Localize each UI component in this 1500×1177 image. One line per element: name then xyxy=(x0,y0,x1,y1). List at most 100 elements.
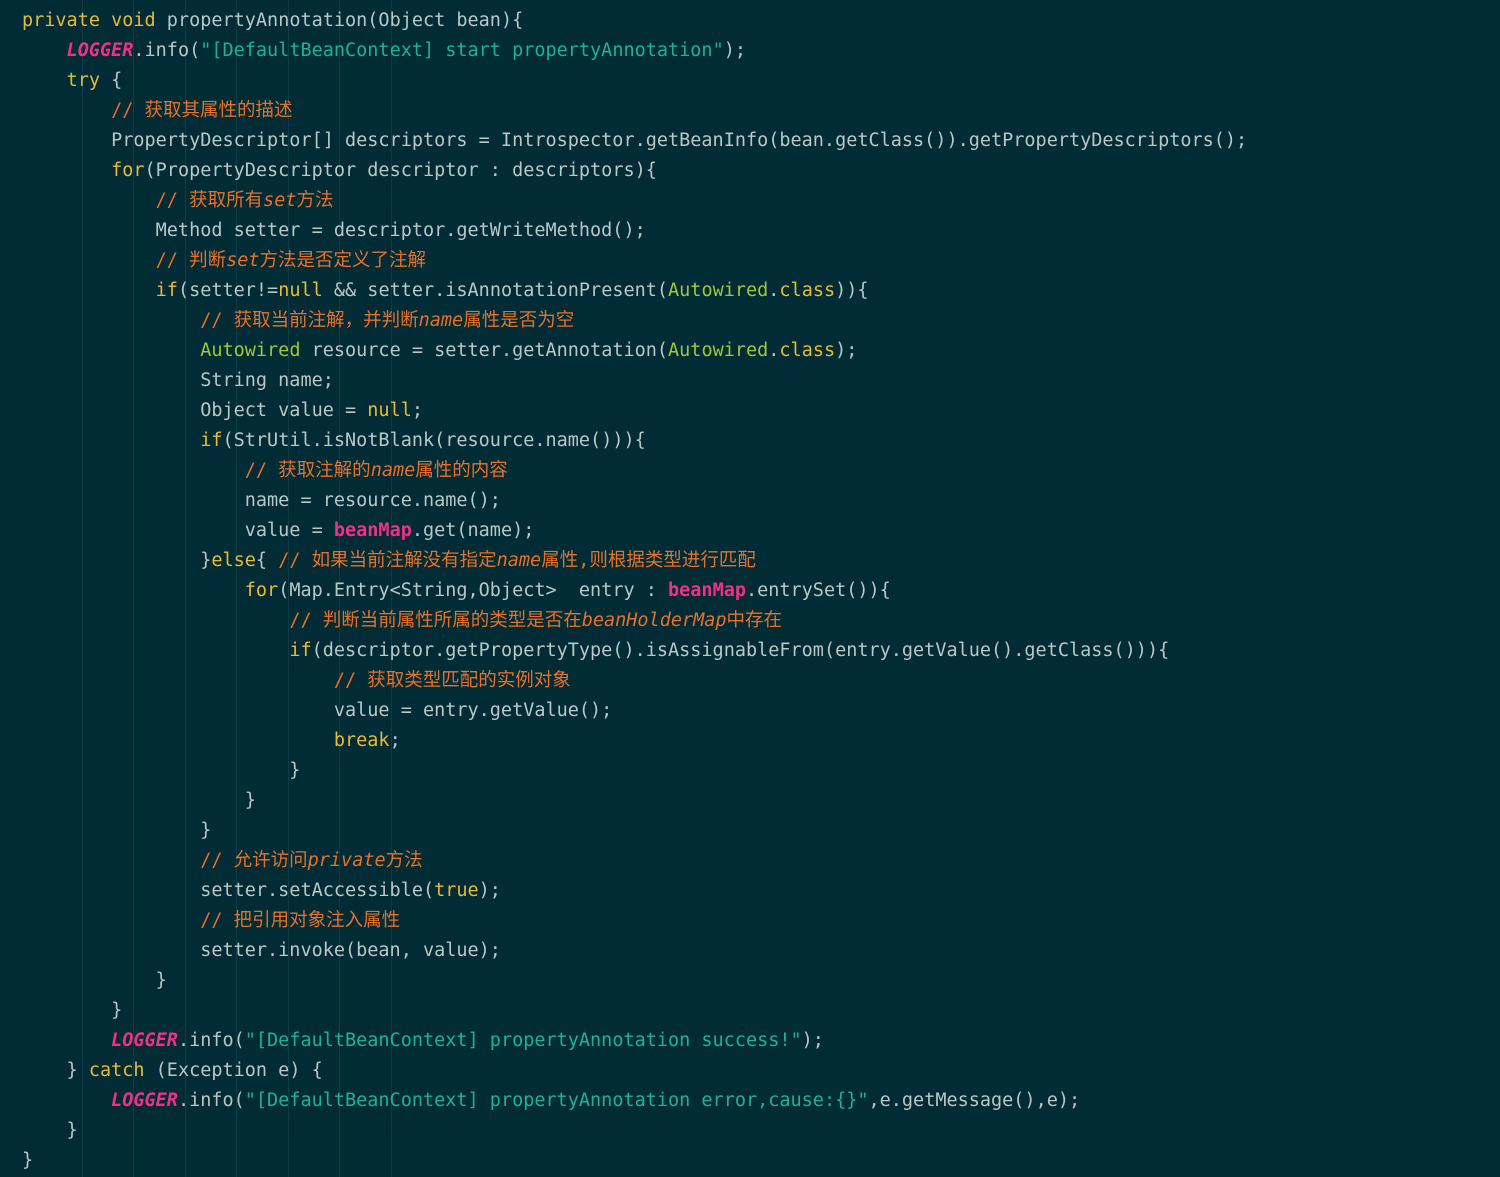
code-line[interactable]: value = entry.getValue(); xyxy=(0,696,1500,726)
token-pl: value = entry.getValue(); xyxy=(22,700,613,721)
token-kw: class xyxy=(779,340,836,361)
token-cm: // 获取其属性的描述 xyxy=(111,100,293,121)
token-kw: for xyxy=(111,160,145,181)
code-line[interactable]: // 判断当前属性所属的类型是否在beanHolderMap中存在 xyxy=(0,606,1500,636)
code-line[interactable]: name = resource.name(); xyxy=(0,486,1500,516)
code-line[interactable]: } xyxy=(0,786,1500,816)
token-pl: .entrySet()){ xyxy=(745,580,891,601)
token-cm: 方法 xyxy=(385,850,423,871)
code-line[interactable]: try { xyxy=(0,66,1500,96)
code-line[interactable]: } xyxy=(0,816,1500,846)
token-pl: } xyxy=(22,1060,89,1081)
code-line[interactable]: // 获取其属性的描述 xyxy=(0,96,1500,126)
code-line[interactable]: String name; xyxy=(0,366,1500,396)
token-pl: String name; xyxy=(22,370,334,391)
code-line[interactable]: LOGGER.info("[DefaultBeanContext] proper… xyxy=(0,1026,1500,1056)
token-kw: break xyxy=(333,730,390,751)
token-pl: } xyxy=(22,1150,34,1171)
code-line[interactable]: } catch (Exception e) { xyxy=(0,1056,1500,1086)
code-line[interactable]: if(descriptor.getPropertyType().isAssign… xyxy=(0,636,1500,666)
code-line[interactable]: }else{ // 如果当前注解没有指定name属性,则根据类型进行匹配 xyxy=(0,546,1500,576)
token-fld: LOGGER xyxy=(111,1090,178,1111)
token-kw: null xyxy=(367,400,412,421)
source-code[interactable]: private void propertyAnnotation(Object b… xyxy=(0,6,1500,1176)
code-line[interactable]: } xyxy=(0,996,1500,1026)
code-line[interactable]: PropertyDescriptor[] descriptors = Intro… xyxy=(0,126,1500,156)
token-pl: .info( xyxy=(177,1030,245,1051)
token-pl: ); xyxy=(723,40,746,61)
code-line[interactable]: // 获取类型匹配的实例对象 xyxy=(0,666,1500,696)
code-line[interactable]: LOGGER.info("[DefaultBeanContext] proper… xyxy=(0,1086,1500,1116)
token-typ: Autowired xyxy=(668,280,769,301)
token-pl: (Map.Entry<String,Object> entry : xyxy=(278,580,669,601)
token-pl: { xyxy=(255,550,279,571)
token-pl: && setter.isAnnotationPresent( xyxy=(322,280,669,301)
token-kw: null xyxy=(278,280,323,301)
token-cm: // 如果当前注解没有指定 xyxy=(278,550,497,571)
code-line[interactable]: for(Map.Entry<String,Object> entry : bea… xyxy=(0,576,1500,606)
code-line[interactable]: } xyxy=(0,966,1500,996)
token-typ: Autowired xyxy=(668,340,769,361)
code-line[interactable]: if(StrUtil.isNotBlank(resource.name())){ xyxy=(0,426,1500,456)
token-pl: ); xyxy=(835,340,858,361)
code-line[interactable]: if(setter!=null && setter.isAnnotationPr… xyxy=(0,276,1500,306)
code-line[interactable]: // 判断set方法是否定义了注解 xyxy=(0,246,1500,276)
token-pl: } xyxy=(22,1000,123,1021)
token-kw: for xyxy=(244,580,279,601)
token-pl: ,e.getMessage(),e); xyxy=(868,1090,1081,1111)
token-kw: if xyxy=(200,430,223,451)
code-line[interactable]: break; xyxy=(0,726,1500,756)
code-line[interactable]: // 允许访问private方法 xyxy=(0,846,1500,876)
token-kw: void xyxy=(111,10,156,31)
code-editor[interactable]: private void propertyAnnotation(Object b… xyxy=(0,0,1500,1177)
code-line[interactable]: // 获取当前注解，并判断name属性是否为空 xyxy=(0,306,1500,336)
token-cm: 方法是否定义了注解 xyxy=(259,250,427,271)
code-line[interactable]: setter.setAccessible(true); xyxy=(0,876,1500,906)
token-pl: { xyxy=(99,70,123,91)
token-kw: class xyxy=(779,280,836,301)
token-pl: ; xyxy=(389,730,401,751)
token-pl: PropertyDescriptor[] descriptors = Intro… xyxy=(22,130,1248,151)
token-kw: true xyxy=(434,880,479,901)
code-line[interactable]: setter.invoke(bean, value); xyxy=(0,936,1500,966)
code-line[interactable]: // 获取注解的name属性的内容 xyxy=(0,456,1500,486)
code-line[interactable]: private void propertyAnnotation(Object b… xyxy=(0,6,1500,36)
code-line[interactable]: // 把引用对象注入属性 xyxy=(0,906,1500,936)
token-cm: // 允许访问 xyxy=(200,850,308,871)
token-pl: } xyxy=(22,1120,78,1141)
code-line[interactable]: } xyxy=(0,1116,1500,1146)
token-fld: LOGGER xyxy=(66,40,134,61)
code-line[interactable]: Object value = null; xyxy=(0,396,1500,426)
token-cmi: private xyxy=(307,850,386,871)
token-pl: name = resource.name(); xyxy=(22,490,501,511)
token-str: "[DefaultBeanContext] propertyAnnotation… xyxy=(244,1090,869,1111)
token-cmi: name xyxy=(496,550,542,571)
token-pl: .info( xyxy=(177,1090,245,1111)
token-pl: (Exception e) { xyxy=(144,1060,323,1081)
token-kw: if xyxy=(289,640,312,661)
code-line[interactable]: } xyxy=(0,756,1500,786)
token-pl: } xyxy=(22,820,212,841)
code-line[interactable]: for(PropertyDescriptor descriptor : desc… xyxy=(0,156,1500,186)
code-line[interactable]: Method setter = descriptor.getWriteMetho… xyxy=(0,216,1500,246)
code-line[interactable]: } xyxy=(0,1146,1500,1176)
token-cmi: name xyxy=(370,460,416,481)
code-line[interactable]: Autowired resource = setter.getAnnotatio… xyxy=(0,336,1500,366)
token-pl: } xyxy=(22,760,301,781)
token-pl: . xyxy=(768,340,780,361)
code-line[interactable]: // 获取所有set方法 xyxy=(0,186,1500,216)
token-pl: ; xyxy=(411,400,423,421)
token-cm: 方法 xyxy=(296,190,334,211)
code-line[interactable]: LOGGER.info("[DefaultBeanContext] start … xyxy=(0,36,1500,66)
code-line[interactable]: value = beanMap.get(name); xyxy=(0,516,1500,546)
